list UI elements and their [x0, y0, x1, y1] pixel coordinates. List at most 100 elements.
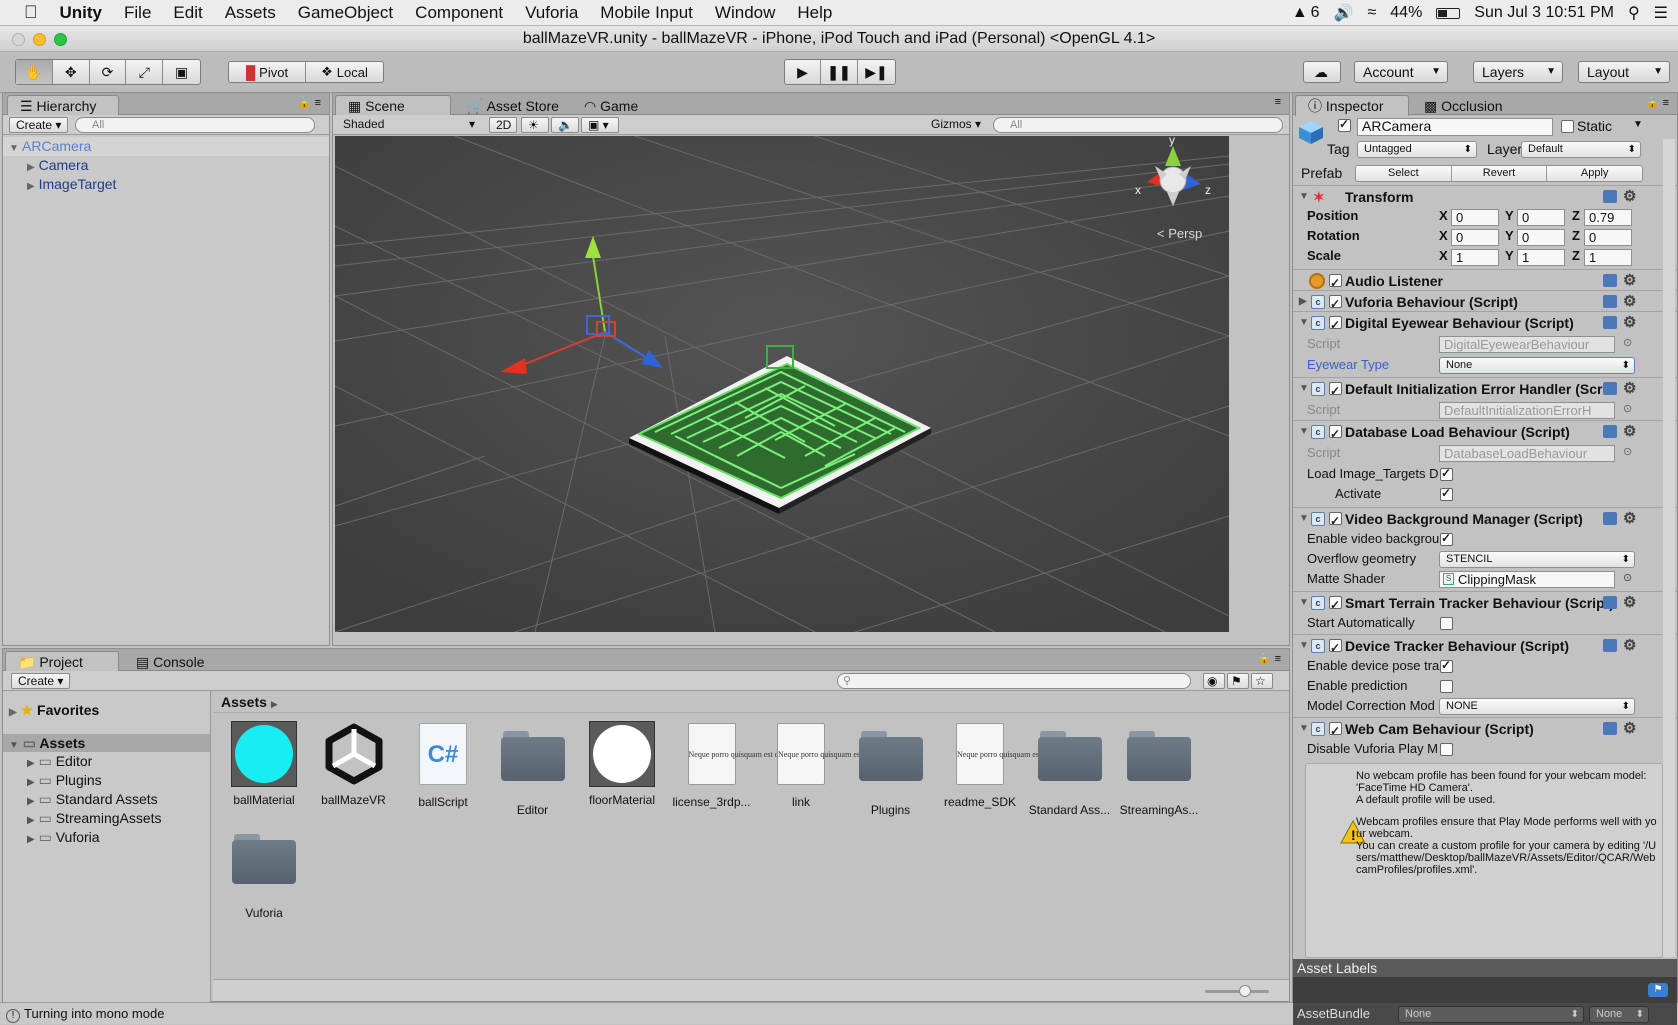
axis-x-letter[interactable]: X — [1439, 208, 1448, 223]
asset-item[interactable]: C# ballScript — [398, 721, 488, 809]
panel-menu-icon[interactable]: 🔒 ≡ — [298, 96, 321, 109]
tab-console[interactable]: ▤ Console — [123, 651, 219, 671]
local-button[interactable]: ❖ Local — [306, 62, 383, 82]
shading-mode-dropdown[interactable]: Shaded ▾ — [337, 117, 479, 133]
help-book-icon[interactable] — [1603, 295, 1617, 308]
database-load-header[interactable]: ▼ c Database Load Behaviour (Script) ⚙ — [1293, 420, 1677, 445]
video-background-enabled-checkbox[interactable] — [1329, 510, 1342, 532]
menu-window[interactable]: Window — [715, 3, 775, 23]
gear-icon[interactable]: ⚙ — [1623, 186, 1636, 208]
rect-tool-icon[interactable]: ▣ — [163, 60, 200, 84]
persp-label[interactable]: < Persp — [1157, 226, 1202, 241]
axis-z-letter[interactable]: Z — [1572, 228, 1580, 243]
assetbundle-variant-dropdown[interactable]: None — [1589, 1006, 1649, 1023]
wifi-icon[interactable]: ≈ — [1367, 4, 1376, 22]
status-message[interactable]: Turning into mono mode — [24, 1006, 164, 1021]
menu-mobile-input[interactable]: Mobile Input — [600, 3, 693, 23]
transform-rotation-x-field[interactable]: 0 — [1451, 229, 1499, 246]
search-by-type-icon[interactable]: ◉ — [1203, 673, 1225, 689]
transform-position-z-field[interactable]: 0.79 — [1584, 209, 1632, 226]
hierarchy-item-imagetarget[interactable]: ▶ ImageTarget — [27, 175, 116, 196]
cloud-services-button[interactable]: ☁ — [1303, 61, 1341, 83]
transform-scale-y-field[interactable]: 1 — [1517, 249, 1565, 266]
scene-search-input[interactable]: All — [993, 117, 1283, 133]
help-book-icon[interactable] — [1603, 596, 1617, 609]
project-create-button[interactable]: Create ▾ — [11, 673, 71, 689]
tree-item-standard-assets[interactable]: ▶ ▭ Standard Assets — [27, 790, 158, 811]
favorites-item[interactable]: ▶ ★ Favorites — [9, 701, 99, 722]
object-name-field[interactable]: ARCamera — [1357, 118, 1553, 136]
tag-dropdown[interactable]: Untagged — [1357, 141, 1477, 158]
start-automatically-checkbox[interactable] — [1440, 617, 1453, 630]
device-pose-checkbox[interactable] — [1440, 658, 1453, 673]
gear-icon[interactable]: ⚙ — [1623, 718, 1636, 740]
menu-component[interactable]: Component — [415, 3, 503, 23]
layout-dropdown[interactable]: Layout ▼ — [1578, 61, 1670, 83]
step-icon[interactable]: ▶❚ — [858, 60, 895, 84]
search-by-label-icon[interactable]: ⚑ — [1227, 673, 1249, 689]
tab-inspector[interactable]: ⓘ Inspector — [1295, 95, 1409, 116]
transform-scale-z-field[interactable]: 1 — [1584, 249, 1632, 266]
axis-x-letter[interactable]: X — [1439, 228, 1448, 243]
video-background-header[interactable]: ▼ c Video Background Manager (Script) ⚙ — [1293, 507, 1677, 532]
help-book-icon[interactable] — [1603, 425, 1617, 438]
tree-item-vuforia[interactable]: ▶ ▭ Vuforia — [27, 828, 100, 849]
eyewear-enabled-checkbox[interactable] — [1329, 314, 1342, 336]
scale-tool-icon[interactable]: ⤢ — [126, 60, 164, 84]
object-picker-icon[interactable]: ⊙ — [1623, 402, 1632, 415]
asset-item[interactable]: floorMaterial — [577, 721, 667, 807]
axis-x-letter[interactable]: X — [1439, 248, 1448, 263]
tree-item-streamingassets[interactable]: ▶ ▭ StreamingAssets — [27, 809, 162, 830]
overflow-geometry-dropdown[interactable]: STENCIL — [1439, 551, 1635, 568]
audio-listener-enabled-checkbox[interactable] — [1329, 272, 1342, 294]
vuforia-behaviour-header[interactable]: ▶ c Vuforia Behaviour (Script) ⚙ — [1293, 290, 1677, 315]
tab-project[interactable]: 📁 Project — [5, 651, 119, 672]
favorite-star-icon[interactable]: ☆ — [1251, 673, 1273, 689]
static-checkbox[interactable] — [1561, 120, 1574, 133]
prefab-revert-button[interactable]: Revert — [1452, 166, 1548, 181]
menu-vuforia[interactable]: Vuforia — [525, 3, 578, 23]
panel-menu-icon[interactable]: ≡ — [1275, 96, 1281, 108]
tree-item-plugins[interactable]: ▶ ▭ Plugins — [27, 771, 102, 792]
project-search-input[interactable]: ⚲ — [837, 673, 1191, 689]
2d-toggle[interactable]: 2D — [489, 117, 517, 133]
eyewear-type-dropdown[interactable]: None — [1439, 357, 1635, 374]
pivot-button[interactable]: █ Pivot — [229, 62, 307, 82]
volume-icon[interactable]: 🔊 — [1334, 3, 1354, 23]
zoom-window-button[interactable] — [54, 33, 67, 46]
battery-icon[interactable] — [1436, 7, 1461, 19]
active-checkbox[interactable] — [1338, 117, 1351, 132]
gear-icon[interactable]: ⚙ — [1623, 378, 1636, 400]
hierarchy-search-input[interactable]: All — [75, 117, 315, 133]
hand-tool-icon[interactable]: ✋ — [16, 60, 53, 84]
object-picker-icon[interactable]: ⊙ — [1623, 571, 1632, 584]
transform-header[interactable]: ▼ ✶ Transform ⚙ — [1293, 185, 1677, 207]
web-cam-enabled-checkbox[interactable] — [1329, 720, 1342, 742]
tab-scene[interactable]: ▦ Scene — [335, 95, 451, 116]
init-error-enabled-checkbox[interactable] — [1329, 380, 1342, 402]
static-dropdown-icon[interactable]: ▼ — [1633, 119, 1643, 130]
help-book-icon[interactable] — [1603, 722, 1617, 735]
asset-item[interactable]: ballMaterial — [219, 721, 309, 807]
hierarchy-item-camera[interactable]: ▶ Camera — [27, 156, 88, 177]
notification-list-icon[interactable]: ☰ — [1654, 3, 1668, 23]
asset-item[interactable]: StreamingAs... — [1114, 721, 1204, 817]
pause-icon[interactable]: ❚❚ — [821, 60, 858, 84]
panel-menu-icon[interactable]: 🔒 ≡ — [1258, 652, 1281, 665]
hierarchy-item-arcamera[interactable]: ▼ ARCamera — [9, 137, 91, 158]
icon-size-slider[interactable] — [1205, 990, 1269, 993]
axis-z-letter[interactable]: Z — [1572, 208, 1580, 223]
asset-item[interactable]: Standard Ass... — [1025, 721, 1115, 817]
gear-icon[interactable]: ⚙ — [1623, 270, 1636, 292]
vuforia-enabled-checkbox[interactable] — [1329, 293, 1342, 315]
menu-edit[interactable]: Edit — [173, 3, 202, 23]
tab-game[interactable]: ◠ Game — [571, 95, 651, 115]
digital-eyewear-header[interactable]: ▼ c Digital Eyewear Behaviour (Script) ⚙ — [1293, 311, 1677, 336]
device-tracker-enabled-checkbox[interactable] — [1329, 637, 1342, 659]
tab-occlusion[interactable]: ▩ Occlusion — [1411, 95, 1521, 115]
apple-menu-icon[interactable]:  — [24, 2, 38, 23]
help-book-icon[interactable] — [1603, 639, 1617, 652]
tab-hierarchy[interactable]: ☰ Hierarchy — [7, 95, 119, 116]
gizmos-dropdown[interactable]: Gizmos ▾ — [925, 117, 987, 133]
transform-rotation-y-field[interactable]: 0 — [1517, 229, 1565, 246]
